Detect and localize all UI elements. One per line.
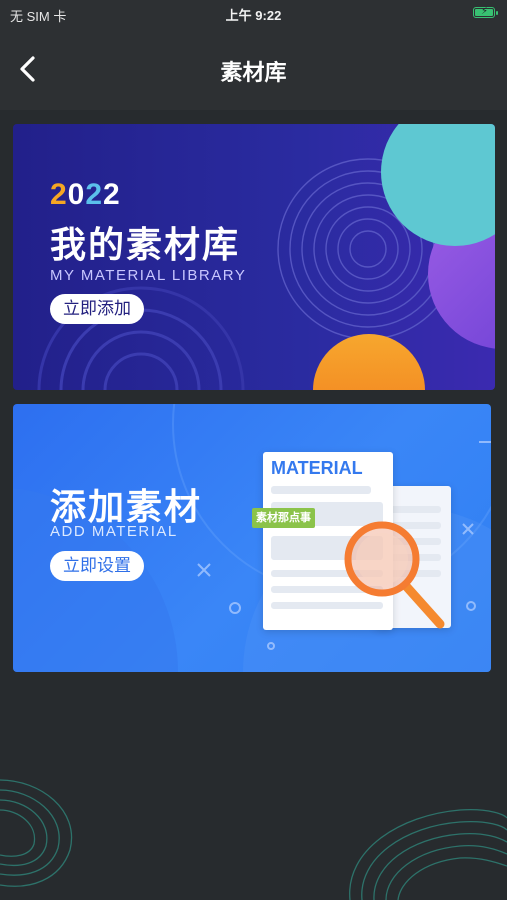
setup-now-button[interactable]: 立即设置: [50, 551, 144, 581]
text-line: [271, 486, 371, 494]
text-line: [385, 506, 441, 513]
nav-bar: 素材库: [0, 28, 507, 110]
card-subtitle: ADD MATERIAL: [50, 523, 178, 540]
year-text: 2022: [50, 178, 121, 211]
magnifier-icon: [344, 521, 445, 629]
my-library-card[interactable]: 2022 我的素材库 MY MATERIAL LIBRARY 立即添加: [13, 124, 495, 390]
card-title: 我的素材库: [50, 224, 241, 265]
tag-badge: 素材那点事: [252, 508, 315, 528]
card-subtitle: MY MATERIAL LIBRARY: [50, 267, 247, 284]
document-label: MATERIAL: [271, 458, 363, 478]
page-title: 素材库: [220, 60, 287, 85]
battery-charging-icon: ⚡: [473, 6, 498, 18]
add-now-button[interactable]: 立即添加: [50, 294, 144, 324]
add-material-card[interactable]: 添加素材 ADD MATERIAL 立即设置 MATERIAL 素材那点事: [13, 404, 491, 672]
year-label: 2022: [50, 178, 121, 212]
status-bar: 无 SIM 卡 上午 9:22 ⚡: [0, 0, 507, 28]
status-time: 上午 9:22: [225, 8, 282, 23]
background-contours: [0, 779, 507, 900]
bolt-icon: ⚡: [481, 6, 489, 17]
